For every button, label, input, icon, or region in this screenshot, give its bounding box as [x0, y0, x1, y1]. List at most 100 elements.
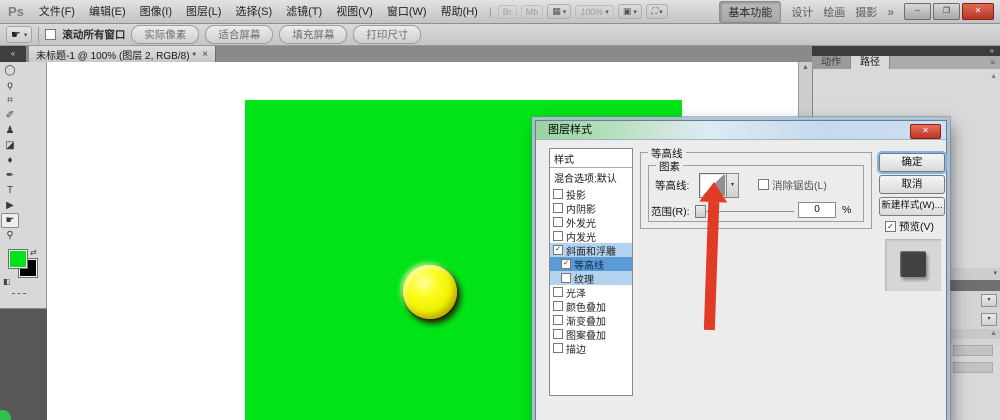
foreground-color-swatch[interactable] [8, 249, 28, 269]
elliptical-marquee-tool-icon[interactable]: ◯ [1, 63, 19, 78]
antialias-checkbox[interactable] [758, 179, 769, 190]
screen-mode-icon[interactable]: ⛶▾ [646, 4, 668, 19]
new-style-button[interactable]: 新建样式(W)... [879, 197, 945, 216]
swap-colors-icon[interactable]: ⇄ [30, 248, 37, 257]
hand-tool-preset[interactable]: ☛ ▾ [6, 26, 32, 43]
style-item-gradient-overlay[interactable]: 渐变叠加 [550, 313, 632, 327]
workspace-painting-button[interactable]: 绘画 [823, 4, 845, 20]
menu-help[interactable]: 帮助(H) [434, 1, 485, 23]
menu-image[interactable]: 图像(I) [133, 1, 179, 23]
fill-screen-button[interactable]: 填充屏幕 [279, 25, 347, 44]
checkbox[interactable] [553, 315, 563, 325]
document-title: 未标题-1 @ 100% (图层 2, RGB/8) * [36, 47, 196, 62]
collapse-panels-icon[interactable]: » [990, 46, 994, 55]
checkbox[interactable] [553, 343, 563, 353]
style-item-inner-shadow[interactable]: 内阴影 [550, 201, 632, 215]
zoom-level-dropdown[interactable]: 100%▾ [575, 5, 614, 19]
scroll-all-windows-checkbox[interactable] [45, 29, 56, 40]
workspace-design-button[interactable]: 设计 [791, 4, 813, 20]
menu-edit[interactable]: 编辑(E) [82, 1, 133, 23]
fit-screen-button[interactable]: 适合屏幕 [205, 25, 273, 44]
checkbox[interactable] [553, 203, 563, 213]
checkbox[interactable] [553, 189, 563, 199]
crop-tool-icon[interactable]: ⌗ [1, 93, 19, 108]
checkbox-checked[interactable]: ✓ [561, 259, 571, 269]
style-item-contour[interactable]: ✓等高线 [550, 257, 632, 271]
actual-pixels-button[interactable]: 实际像素 [131, 25, 199, 44]
menu-layer[interactable]: 图层(L) [179, 1, 228, 23]
style-item-drop-shadow[interactable]: 投影 [550, 187, 632, 201]
checkbox[interactable] [553, 301, 563, 311]
style-item-color-overlay[interactable]: 颜色叠加 [550, 299, 632, 313]
blending-options-item[interactable]: 混合选项:默认 [550, 168, 632, 187]
workspace-essentials-button[interactable]: 基本功能 [719, 1, 781, 23]
chevron-down-icon: ▾ [633, 8, 637, 16]
quick-mask-icon[interactable] [12, 293, 26, 298]
panel-menu-icon[interactable]: ≡ [990, 56, 1000, 69]
tab-actions[interactable]: 动作 [812, 56, 851, 69]
layer-thumb [953, 362, 993, 373]
close-document-icon[interactable]: × [202, 49, 208, 60]
hand-tool-icon[interactable]: ☛ [1, 213, 19, 228]
contour-dropdown-icon[interactable]: ▾ [726, 173, 739, 198]
dropdown-icon[interactable]: ▾ [981, 294, 997, 307]
scroll-up-icon[interactable]: ▲ [799, 62, 812, 74]
style-item-texture[interactable]: 纹理 [550, 271, 632, 285]
view-extras-icon[interactable]: ▦▾ [547, 4, 571, 19]
workspace-photography-button[interactable]: 摄影 [855, 4, 877, 20]
eyedropper-tool-icon[interactable]: ✐ [1, 108, 19, 123]
style-item-inner-glow[interactable]: 内发光 [550, 229, 632, 243]
close-button[interactable]: ✕ [962, 3, 994, 20]
style-item-pattern-overlay[interactable]: 图案叠加 [550, 327, 632, 341]
checkbox[interactable] [553, 231, 563, 241]
style-item-outer-glow[interactable]: 外发光 [550, 215, 632, 229]
chevron-down-icon[interactable]: ▾ [993, 270, 997, 277]
style-item-stroke[interactable]: 描边 [550, 341, 632, 355]
minimize-button[interactable]: – [904, 3, 931, 20]
menu-view[interactable]: 视图(V) [329, 1, 380, 23]
zoom-level-value: 100% [580, 7, 603, 17]
print-size-button[interactable]: 打印尺寸 [353, 25, 421, 44]
menu-filter[interactable]: 滤镜(T) [279, 1, 329, 23]
photoshop-logo: Ps [4, 4, 32, 19]
ok-button[interactable]: 确定 [879, 153, 945, 172]
path-selection-tool-icon[interactable]: ▶ [1, 198, 19, 213]
dialog-close-button[interactable]: ✕ [910, 124, 941, 139]
style-item-bevel-emboss[interactable]: ✓斜面和浮雕 [550, 243, 632, 257]
elements-group-title: 图素 [656, 159, 683, 174]
menu-select[interactable]: 选择(S) [228, 1, 279, 23]
zoom-tool-icon[interactable]: ⚲ [1, 228, 19, 243]
dialog-title-bar[interactable]: 图层样式 [536, 121, 946, 140]
default-colors-icon[interactable]: ◧ [3, 277, 11, 286]
lasso-tool-icon[interactable]: ϙ [1, 78, 19, 93]
blur-tool-icon[interactable]: ♦ [1, 153, 19, 168]
workspace-overflow-icon[interactable]: » [887, 5, 894, 19]
menu-window[interactable]: 窗口(W) [380, 1, 434, 23]
layer-style-dialog: 图层样式 ✕ 样式 混合选项:默认 投影 内阴影 外发光 内发光 ✓斜面和浮雕 … [535, 120, 947, 420]
style-item-satin[interactable]: 光泽 [550, 285, 632, 299]
checkbox[interactable] [553, 217, 563, 227]
checkbox[interactable] [553, 287, 563, 297]
eraser-tool-icon[interactable]: ◪ [1, 138, 19, 153]
desktop-corner-icon [0, 410, 11, 420]
scroll-up-icon[interactable]: ▲ [990, 330, 997, 337]
range-value-input[interactable]: 0 [798, 202, 836, 218]
arrange-documents-icon[interactable]: ▣▾ [618, 4, 642, 19]
menu-file[interactable]: 文件(F) [32, 1, 82, 23]
pen-tool-icon[interactable]: ✒ [1, 168, 19, 183]
checkbox[interactable] [561, 273, 571, 283]
type-tool-icon[interactable]: T [1, 183, 19, 198]
checkbox[interactable] [553, 329, 563, 339]
tab-paths[interactable]: 路径 [851, 56, 890, 69]
collapse-toolbar-icon[interactable]: « [0, 46, 26, 62]
bridge-icon[interactable]: Br [498, 5, 517, 19]
minibridge-icon[interactable]: Mb [521, 5, 544, 19]
restore-button[interactable]: ❐ [933, 3, 960, 20]
panel-scroll-up-icon[interactable]: ▲ [990, 73, 997, 80]
preview-checkbox[interactable]: ✓ [885, 221, 896, 232]
dropdown-icon[interactable]: ▾ [981, 313, 997, 326]
document-tab[interactable]: 未标题-1 @ 100% (图层 2, RGB/8) * × [29, 46, 216, 62]
cancel-button[interactable]: 取消 [879, 175, 945, 194]
clone-stamp-tool-icon[interactable]: ♟ [1, 123, 19, 138]
checkbox-checked[interactable]: ✓ [553, 245, 563, 255]
